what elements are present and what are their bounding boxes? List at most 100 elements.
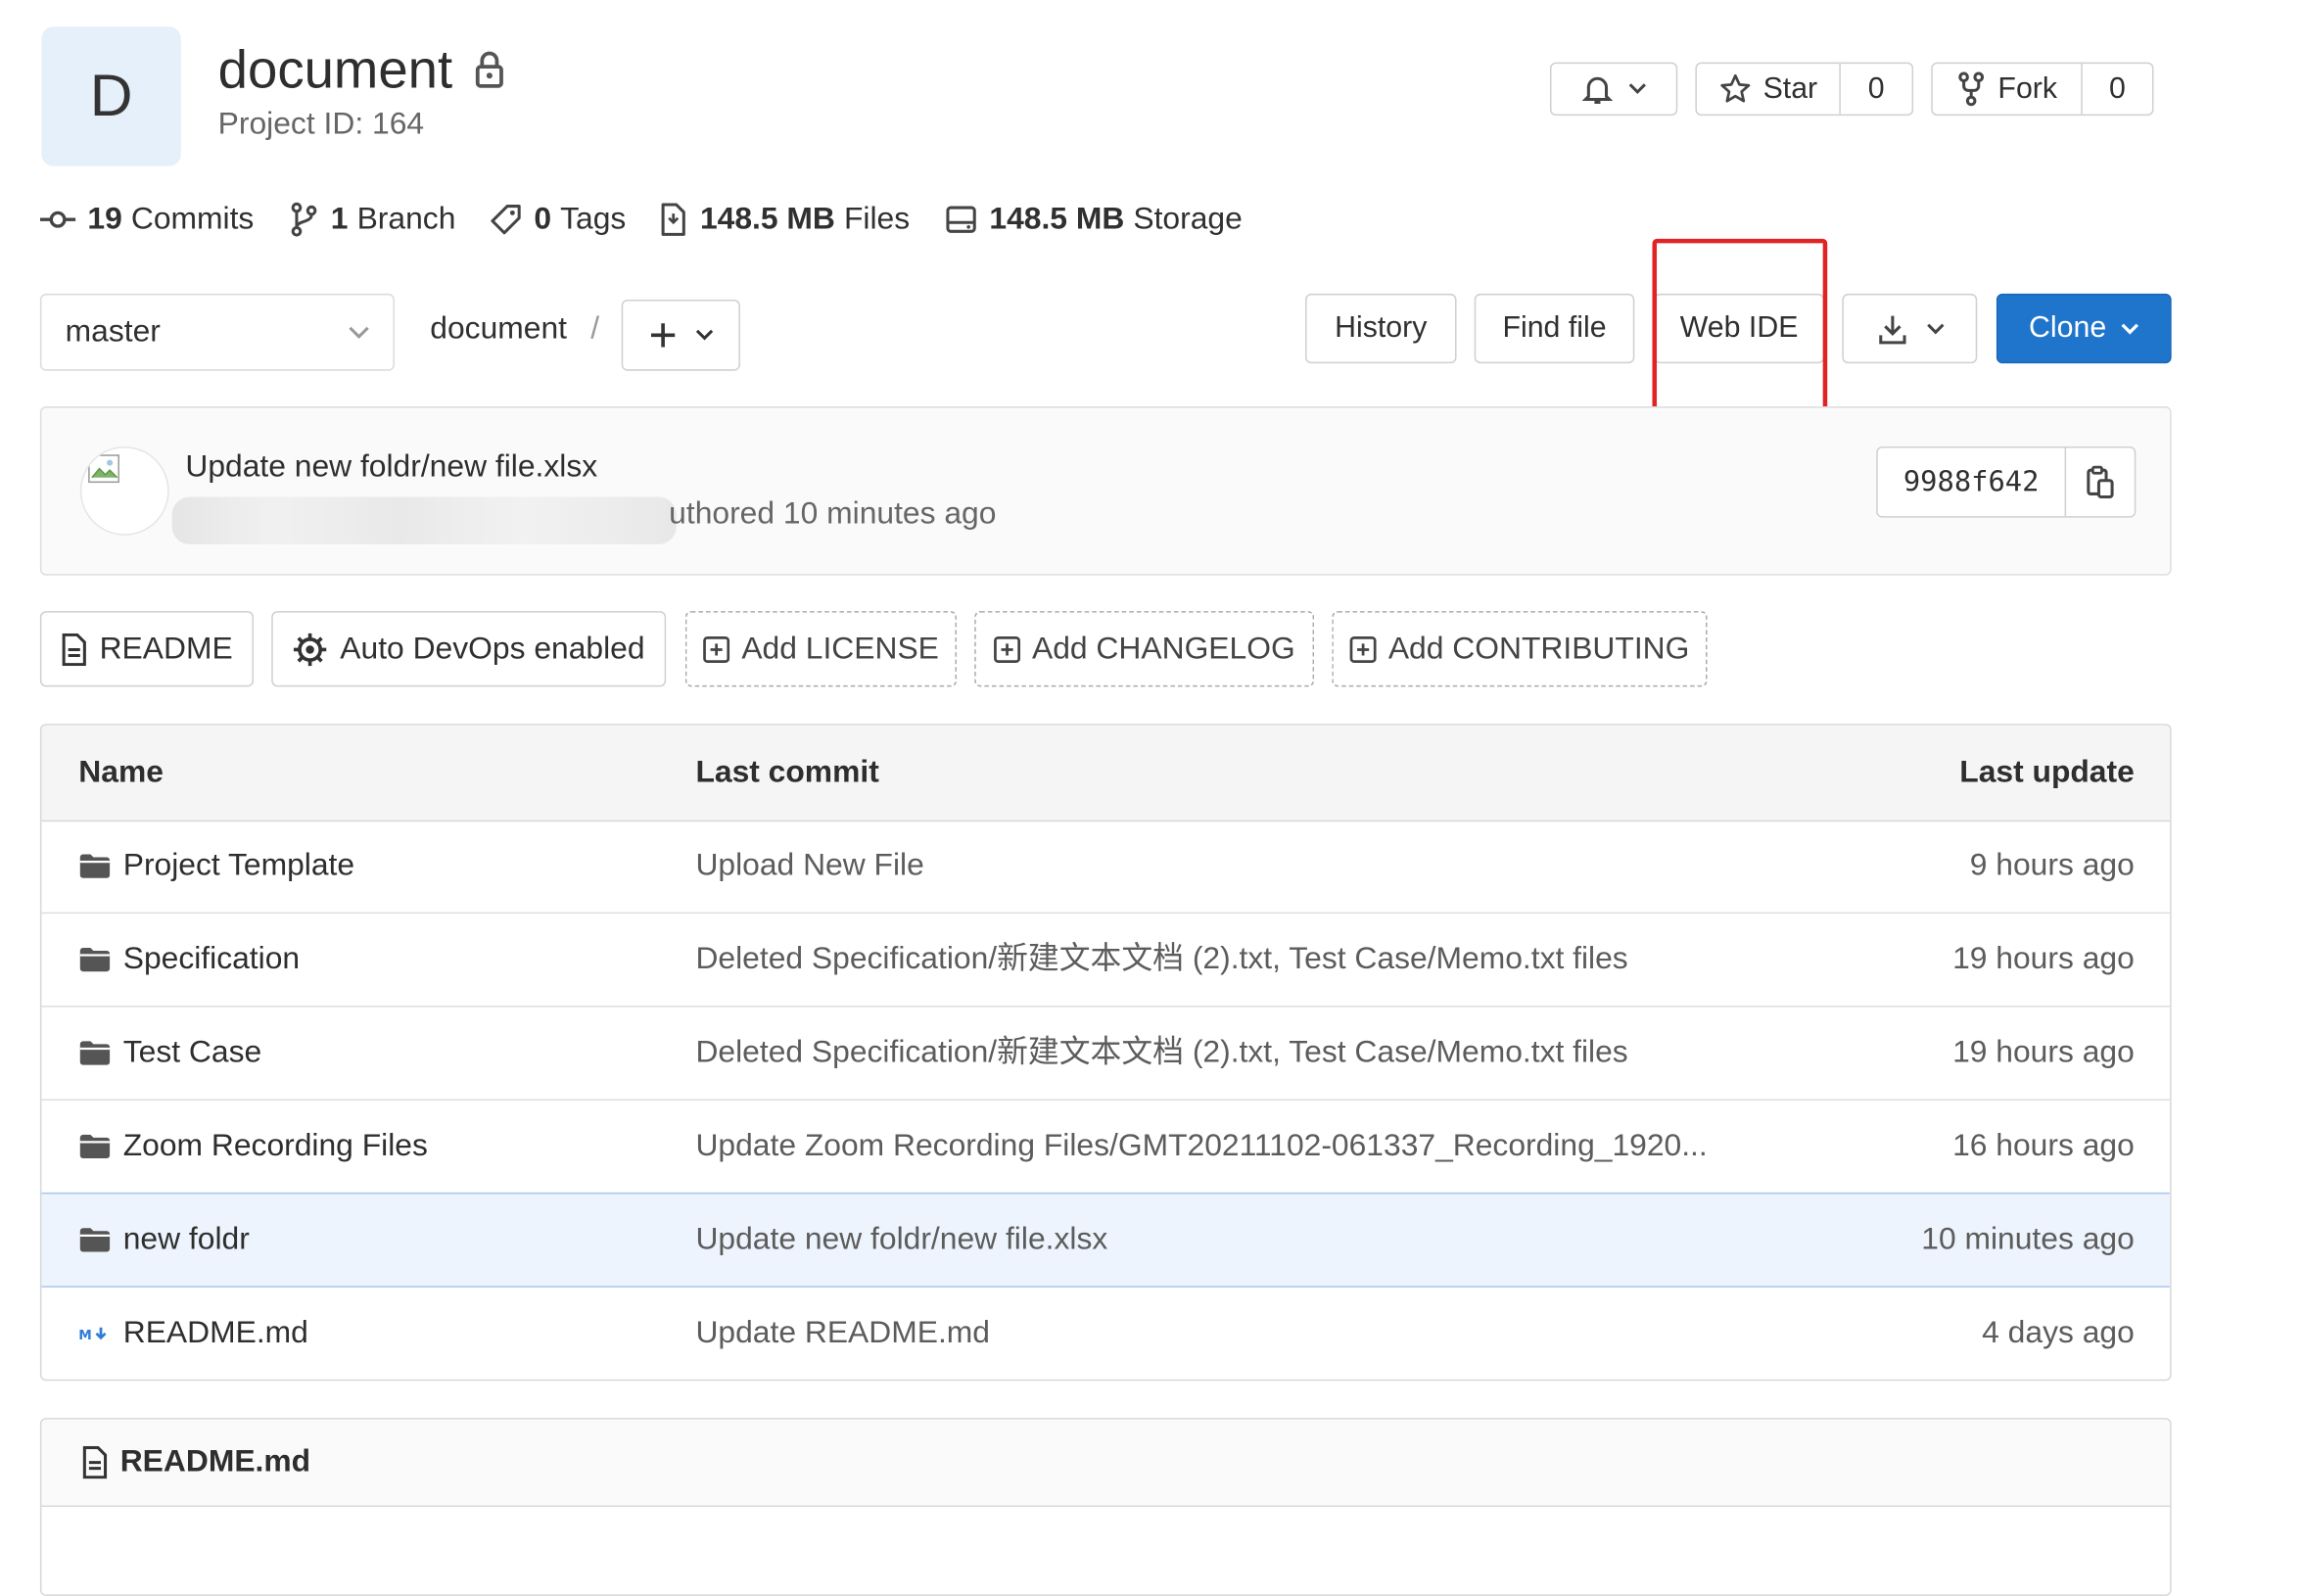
chevron-down-icon xyxy=(2121,322,2139,334)
file-name-cell[interactable]: Specification xyxy=(78,914,300,1006)
commit-message[interactable]: Upload New File xyxy=(695,821,923,913)
column-header-last-commit: Last commit xyxy=(695,755,879,789)
redacted-author xyxy=(171,496,677,544)
commit-message[interactable]: Deleted Specification/新建文本文档 (2).txt, Te… xyxy=(695,1008,1627,1100)
file-name: Specification xyxy=(122,941,301,976)
folder-icon xyxy=(78,1227,122,1253)
folder-icon xyxy=(78,946,122,972)
commit-sha[interactable]: 9988f642 xyxy=(1878,447,2067,517)
chevron-down-icon xyxy=(349,325,369,339)
file-name-cell[interactable]: new foldr xyxy=(78,1194,250,1286)
bell-icon xyxy=(1581,72,1614,105)
star-count[interactable]: 0 xyxy=(1841,64,1912,115)
broken-image-icon xyxy=(87,454,119,484)
clipboard-icon xyxy=(2086,464,2115,499)
clone-dropdown[interactable]: Clone xyxy=(1996,293,2172,364)
branch-selector[interactable]: master xyxy=(39,293,395,371)
stat-branches-label: Branch xyxy=(356,202,456,236)
stat-tags-value: 0 xyxy=(534,202,552,236)
readme-panel-header: README.md xyxy=(41,1419,2171,1508)
find-file-button[interactable]: Find file xyxy=(1474,293,1635,364)
branch-name: master xyxy=(65,314,161,349)
plus-square-icon xyxy=(1349,635,1387,663)
project-title-text: document xyxy=(217,38,453,100)
file-name: new foldr xyxy=(122,1222,250,1257)
chevron-down-icon xyxy=(695,329,714,341)
copy-sha-button[interactable] xyxy=(2066,447,2135,516)
stat-files-label: Files xyxy=(843,202,911,236)
commit-title[interactable]: Update new foldr/new file.xlsx xyxy=(185,449,597,485)
last-update: 16 hours ago xyxy=(1952,1128,2135,1163)
table-row[interactable]: Project Template Upload New File 9 hours… xyxy=(41,821,2171,915)
project-page: D document Project ID: 164 Star 0 Fork 0… xyxy=(0,0,2302,1596)
file-name: Test Case xyxy=(122,1035,262,1070)
file-name-cell[interactable]: M README.md xyxy=(78,1288,308,1380)
file-name-cell[interactable]: Test Case xyxy=(78,1008,261,1100)
folder-icon xyxy=(78,1133,122,1159)
file-name: Project Template xyxy=(122,848,355,883)
last-update: 9 hours ago xyxy=(1969,848,2135,883)
project-avatar[interactable]: D xyxy=(41,26,181,166)
table-row[interactable]: new foldr Update new foldr/new file.xlsx… xyxy=(41,1192,2171,1288)
add-changelog-label: Add CHANGELOG xyxy=(1031,631,1295,666)
commit-message[interactable]: Deleted Specification/新建文本文档 (2).txt, Te… xyxy=(695,914,1627,1006)
add-to-tree-dropdown[interactable] xyxy=(621,299,740,371)
commit-authored-time: uthored 10 minutes ago xyxy=(669,496,997,532)
readme-panel-title[interactable]: README.md xyxy=(120,1444,310,1479)
table-row[interactable]: Test Case Deleted Specification/新建文本文档 (… xyxy=(41,1008,2171,1101)
stat-branches[interactable]: 1 Branch xyxy=(289,202,455,237)
stat-files[interactable]: 148.5 MB Files xyxy=(659,202,911,237)
history-button[interactable]: History xyxy=(1305,293,1457,364)
readme-button[interactable]: README xyxy=(39,611,255,687)
plus-icon xyxy=(648,320,678,350)
add-changelog-button[interactable]: Add CHANGELOG xyxy=(974,611,1315,687)
last-update: 19 hours ago xyxy=(1952,1035,2135,1070)
stat-branches-value: 1 xyxy=(330,202,349,236)
column-header-name: Name xyxy=(78,755,164,789)
auto-devops-button[interactable]: Auto DevOps enabled xyxy=(271,611,667,687)
commit-message[interactable]: Update README.md xyxy=(695,1288,990,1380)
tag-icon xyxy=(490,204,534,236)
add-license-label: Add LICENSE xyxy=(741,631,939,666)
fork-label: Fork xyxy=(1997,71,2058,105)
star-action[interactable]: Star xyxy=(1697,64,1841,115)
star-button[interactable]: Star 0 xyxy=(1695,62,1914,117)
commit-message[interactable]: Update new foldr/new file.xlsx xyxy=(695,1194,1107,1286)
stat-tags[interactable]: 0 Tags xyxy=(490,202,626,237)
stat-tags-label: Tags xyxy=(560,202,627,236)
file-name-cell[interactable]: Project Template xyxy=(78,821,354,913)
download-dropdown[interactable] xyxy=(1842,293,1978,364)
table-row[interactable]: Zoom Recording Files Update Zoom Recordi… xyxy=(41,1101,2171,1195)
table-row[interactable]: Specification Deleted Specification/新建文本… xyxy=(41,914,2171,1008)
star-label: Star xyxy=(1762,71,1818,105)
stat-storage[interactable]: 148.5 MB Storage xyxy=(945,202,1243,237)
last-update: 4 days ago xyxy=(1982,1315,2135,1350)
stat-commits-value: 19 xyxy=(87,202,122,236)
fork-button[interactable]: Fork 0 xyxy=(1931,62,2154,117)
project-title[interactable]: document xyxy=(218,38,506,101)
chevron-down-icon xyxy=(1926,322,1944,334)
add-license-button[interactable]: Add LICENSE xyxy=(684,611,958,687)
add-contributing-label: Add CONTRIBUTING xyxy=(1387,631,1690,666)
fork-count[interactable]: 0 xyxy=(2083,64,2152,115)
fork-action[interactable]: Fork xyxy=(1933,64,2083,115)
branch-icon xyxy=(289,202,330,237)
file-text-icon xyxy=(61,633,99,666)
commit-message[interactable]: Update Zoom Recording Files/GMT20211102-… xyxy=(695,1101,1707,1193)
breadcrumb-root[interactable]: document xyxy=(430,311,567,347)
avatar-letter: D xyxy=(89,63,133,129)
project-id: Project ID: 164 xyxy=(217,107,425,141)
download-icon xyxy=(1875,312,1907,345)
add-contributing-button[interactable]: Add CONTRIBUTING xyxy=(1332,611,1708,687)
file-tree-table: Name Last commit Last update Project Tem… xyxy=(39,724,2172,1382)
stat-commits[interactable]: 19 Commits xyxy=(39,202,254,237)
folder-icon xyxy=(78,853,122,879)
file-name: README.md xyxy=(122,1315,308,1350)
breadcrumb: document / xyxy=(430,311,599,347)
notification-dropdown[interactable] xyxy=(1549,62,1678,117)
clone-label: Clone xyxy=(2029,311,2107,345)
file-name-cell[interactable]: Zoom Recording Files xyxy=(78,1101,428,1193)
table-row[interactable]: M README.md Update README.md 4 days ago xyxy=(41,1288,2170,1380)
auto-devops-label: Auto DevOps enabled xyxy=(340,631,645,666)
commit-author-avatar[interactable] xyxy=(79,446,169,536)
